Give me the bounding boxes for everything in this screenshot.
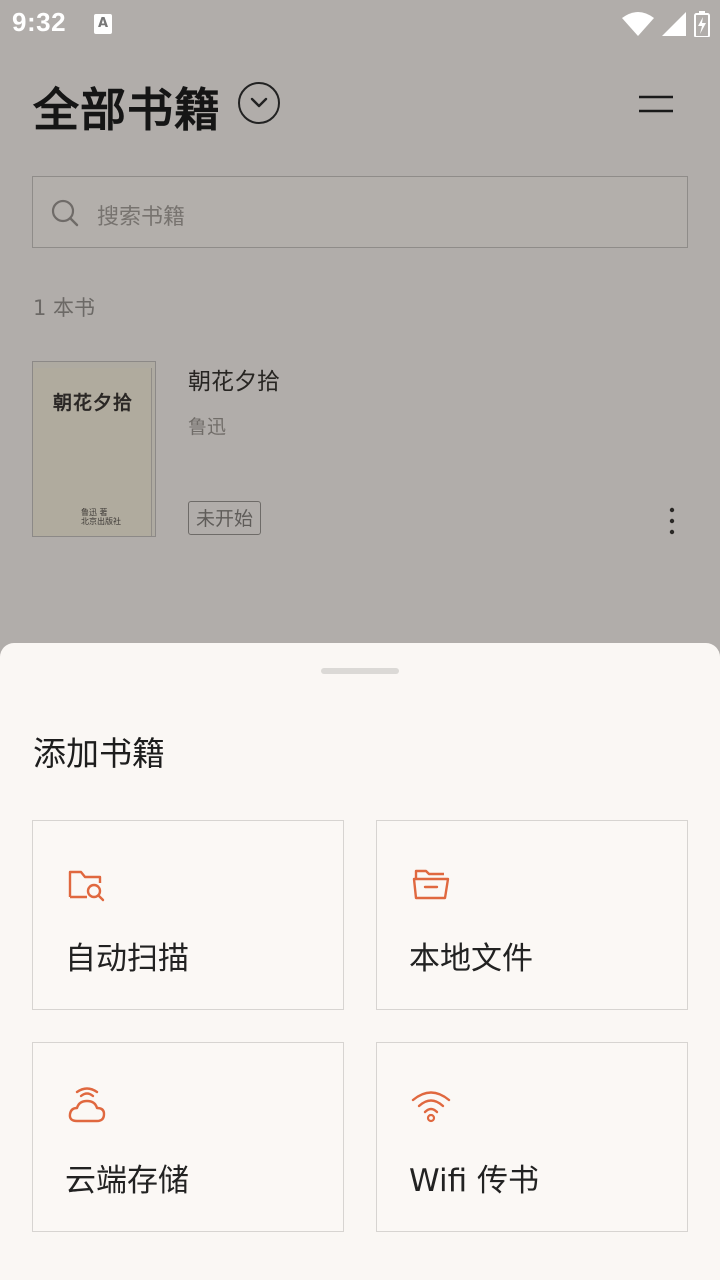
cloud-storage-label: 云端存储 [65, 1163, 189, 1199]
open-folder-icon [412, 869, 450, 900]
more-vert-icon[interactable] [662, 506, 682, 536]
status-icons [622, 10, 710, 38]
battery-icon [694, 11, 710, 37]
cover-author-line: 鲁迅 著 [81, 508, 108, 517]
book-cover[interactable]: 朝花夕拾 鲁迅 著 北京出版社 [32, 361, 156, 537]
status-time: 9:32 [12, 7, 67, 37]
page-title: 全部书籍 [33, 83, 221, 137]
title-dropdown-button[interactable] [238, 82, 280, 124]
cloud-icon [68, 1087, 106, 1123]
add-books-sheet: 添加书籍 自动扫描 本地文件 云端存储 Wifi 传书 [0, 643, 720, 1280]
folder-search-icon [68, 870, 105, 902]
wifi-transfer-label: Wifi 传书 [409, 1163, 539, 1199]
book-count: 1 本书 [33, 296, 96, 320]
cloud-storage-button[interactable]: 云端存储 [32, 1042, 344, 1232]
sheet-title: 添加书籍 [33, 734, 165, 773]
search-placeholder: 搜索书籍 [97, 205, 186, 230]
book-cover-art: 朝花夕拾 鲁迅 著 北京出版社 [33, 368, 152, 536]
local-files-button[interactable]: 本地文件 [376, 820, 688, 1010]
menu-icon[interactable] [638, 92, 674, 116]
search-input[interactable]: 搜索书籍 [32, 176, 688, 248]
wifi-icon [411, 1091, 451, 1123]
chevron-down-icon [250, 97, 268, 108]
cell-signal-icon [662, 12, 686, 36]
cover-publisher-line: 北京出版社 [81, 517, 121, 526]
wifi-transfer-button[interactable]: Wifi 传书 [376, 1042, 688, 1232]
auto-scan-button[interactable]: 自动扫描 [32, 820, 344, 1010]
status-bar: 9:32 A [0, 0, 720, 48]
search-icon [51, 199, 79, 227]
book-author: 鲁迅 [188, 416, 227, 438]
cover-publisher: 鲁迅 著 北京出版社 [81, 508, 121, 526]
book-title[interactable]: 朝花夕拾 [188, 362, 280, 396]
auto-scan-label: 自动扫描 [65, 941, 189, 977]
sheet-drag-handle[interactable] [321, 668, 399, 674]
status-badge: 未开始 [188, 501, 262, 535]
local-files-label: 本地文件 [409, 941, 533, 977]
wifi-signal-icon [622, 12, 654, 36]
cover-title: 朝花夕拾 [53, 392, 134, 414]
notification-icon: A [94, 14, 112, 34]
